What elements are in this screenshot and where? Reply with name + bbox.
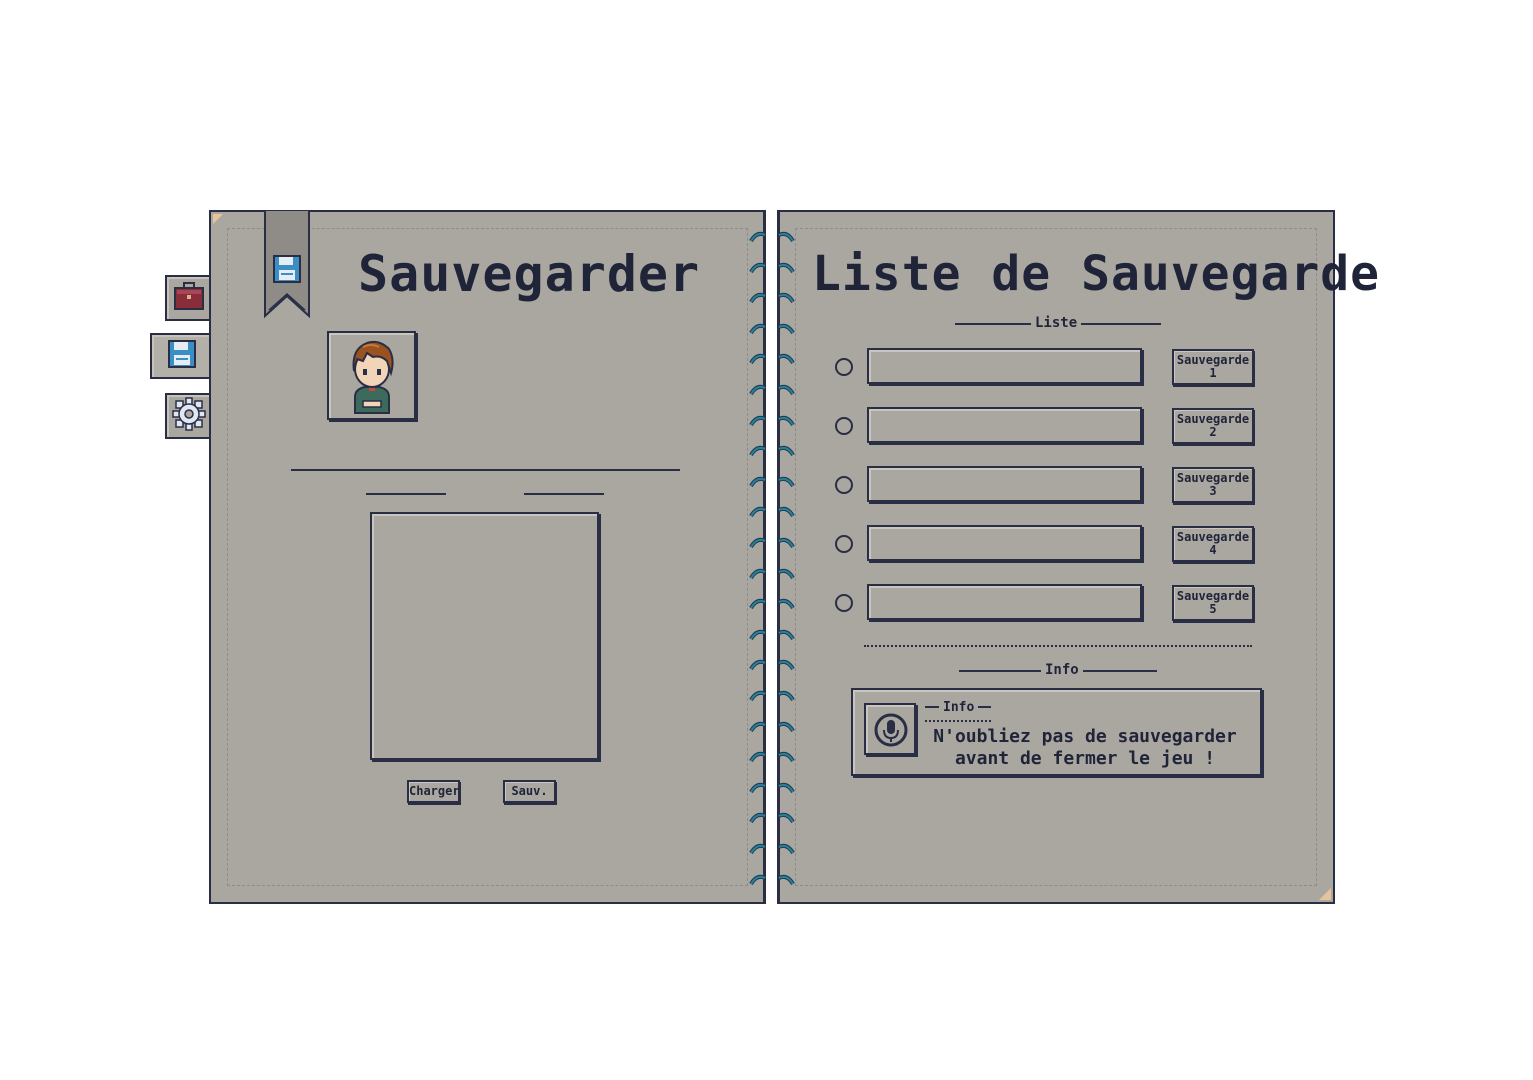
- save-name-field[interactable]: [867, 525, 1142, 561]
- spiral-ring: [749, 718, 795, 733]
- spiral-ring: [749, 871, 795, 886]
- character-portrait-frame: [327, 331, 416, 420]
- save-name-field[interactable]: [867, 348, 1142, 384]
- save-slot-number: 1: [1209, 366, 1217, 380]
- save-name-field[interactable]: [867, 407, 1142, 443]
- page-corner: [213, 214, 223, 224]
- save-slot-number: 4: [1209, 543, 1217, 557]
- save-name-field[interactable]: [867, 466, 1142, 502]
- page-corner: [1319, 888, 1331, 900]
- briefcase-icon: [173, 281, 205, 315]
- divider: [925, 720, 991, 723]
- spiral-ring: [749, 565, 795, 580]
- page-title: Liste de Sauvegarde: [812, 246, 1381, 302]
- bookmark-ribbon: [264, 209, 310, 319]
- save-button[interactable]: Sauv.: [503, 780, 556, 803]
- floppy-disk-icon: [272, 254, 302, 288]
- section-label-info: Info: [1041, 662, 1083, 678]
- spine-edge: [763, 210, 766, 904]
- save-slot-number: 2: [1209, 425, 1217, 439]
- slot-radio[interactable]: [835, 535, 853, 553]
- save-slot-number: 5: [1209, 602, 1217, 616]
- character-avatar: [343, 337, 401, 419]
- save-slot-button[interactable]: Sauvegarde 2: [1172, 408, 1254, 444]
- side-tab-settings[interactable]: [165, 393, 211, 439]
- side-tab-save[interactable]: [150, 333, 211, 379]
- spiral-ring: [749, 840, 795, 855]
- save-slot-button[interactable]: Sauvegarde 4: [1172, 526, 1254, 562]
- page-title: Sauvegarder: [358, 245, 701, 303]
- section-label-list: Liste: [1031, 315, 1082, 331]
- info-icon-frame: [864, 703, 916, 755]
- spine-edge: [777, 210, 780, 904]
- floppy-disk-icon: [167, 339, 197, 373]
- spiral-ring: [749, 809, 795, 824]
- spiral-ring: [749, 350, 795, 365]
- spiral-ring: [749, 442, 795, 457]
- save-name-field[interactable]: [867, 584, 1142, 620]
- spiral-ring: [749, 687, 795, 702]
- save-slot-number: 3: [1209, 484, 1217, 498]
- spiral-ring: [749, 748, 795, 763]
- divider: [366, 493, 446, 495]
- save-slot-button[interactable]: Sauvegarde 1: [1172, 349, 1254, 385]
- spiral-ring: [749, 320, 795, 335]
- spiral-ring: [749, 779, 795, 794]
- spiral-ring: [749, 473, 795, 488]
- info-box-label: Info: [939, 700, 979, 716]
- slot-radio[interactable]: [835, 594, 853, 612]
- divider: [524, 493, 604, 495]
- info-box: Info N'oubliez pas de sauvegarder avant …: [851, 688, 1262, 776]
- microphone-icon: [872, 711, 910, 753]
- gear-icon: [172, 397, 206, 435]
- save-preview-panel: [370, 512, 599, 760]
- slot-radio[interactable]: [835, 476, 853, 494]
- spiral-ring: [749, 381, 795, 396]
- spiral-ring: [749, 656, 795, 671]
- slot-radio[interactable]: [835, 358, 853, 376]
- divider: [864, 645, 1252, 648]
- side-tab-inventory[interactable]: [165, 275, 211, 321]
- spiral-ring: [749, 259, 795, 274]
- spiral-ring: [749, 228, 795, 243]
- save-slot-button[interactable]: Sauvegarde 3: [1172, 467, 1254, 503]
- slot-radio[interactable]: [835, 417, 853, 435]
- save-slot-button[interactable]: Sauvegarde 5: [1172, 585, 1254, 621]
- divider: [291, 469, 680, 471]
- spiral-ring: [749, 595, 795, 610]
- info-message-line-1: N'oubliez pas de sauvegarder: [933, 726, 1237, 747]
- spiral-ring: [749, 503, 795, 518]
- load-button[interactable]: Charger: [407, 780, 460, 803]
- info-message-line-2: avant de fermer le jeu !: [954, 748, 1216, 769]
- spiral-ring: [749, 289, 795, 304]
- spiral-ring: [749, 534, 795, 549]
- spiral-ring: [749, 412, 795, 427]
- spiral-ring: [749, 626, 795, 641]
